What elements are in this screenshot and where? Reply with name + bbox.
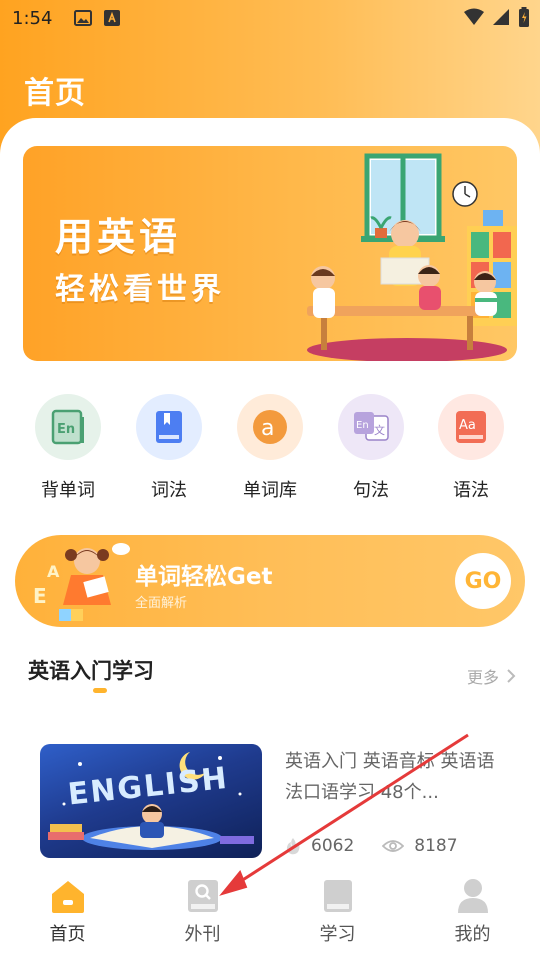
promo-subtitle: 全面解析 [135, 596, 188, 611]
quick-action-label: 句法 [353, 480, 389, 501]
classroom-illustration [307, 153, 517, 361]
tab-label: 学习 [319, 924, 356, 945]
course-stats: 6062 8187 [285, 836, 486, 856]
status-system-icons [464, 7, 530, 27]
tab-study[interactable]: 学习 [270, 868, 405, 960]
svg-text:a: a [261, 416, 274, 441]
signal-icon [493, 9, 509, 25]
word-promo-banner[interactable]: E A 单词轻松Get 全面解析 GO [15, 535, 525, 627]
tab-label: 首页 [49, 924, 86, 945]
quick-action-label: 语法 [453, 480, 489, 501]
magazine-icon [135, 878, 270, 914]
bottom-tab-bar: 首页 外刊 学习 我的 [0, 868, 540, 960]
svg-text:A: A [47, 562, 60, 581]
quick-action-grammar[interactable]: Aa 语法 [431, 394, 511, 502]
tab-magazine[interactable]: 外刊 [135, 868, 270, 960]
quick-action-label: 单词库 [243, 480, 297, 501]
home-icon [0, 878, 135, 914]
tab-home[interactable]: 首页 [0, 868, 135, 960]
likes-stat: 6062 [285, 836, 354, 856]
quick-action-label: 词法 [151, 480, 187, 501]
girl-reading-illustration: E A [33, 543, 130, 621]
svg-text:En: En [356, 420, 369, 431]
views-count: 8187 [414, 836, 458, 856]
hero-banner[interactable]: 用英语 轻松看世界 [23, 146, 517, 361]
letter-a-icon: a [237, 394, 303, 460]
aa-book-icon: Aa [438, 394, 504, 460]
quick-action-syntax[interactable]: En 文 句法 [331, 394, 411, 502]
banner-headline: 用英语 [55, 215, 182, 259]
more-label: 更多 [466, 668, 499, 687]
section-underline [93, 688, 107, 693]
svg-text:En: En [57, 422, 75, 437]
profile-icon [405, 878, 540, 914]
go-button[interactable]: GO [455, 553, 511, 609]
status-bar: 1:54 [0, 0, 540, 36]
bookmark-book-icon [136, 394, 202, 460]
battery-icon [519, 7, 529, 27]
banner-subheadline: 轻松看世界 [55, 272, 225, 307]
likes-count: 6062 [311, 836, 355, 856]
section-title: 英语入门学习 [28, 659, 154, 683]
status-notification-icons [74, 10, 121, 26]
quick-action-morphology[interactable]: 词法 [129, 394, 209, 502]
tab-profile[interactable]: 我的 [405, 868, 540, 960]
course-card[interactable]: ENGLISH 英语入门 英语音标 英语语法口语学习 48个... 6062 8… [40, 744, 510, 859]
tab-label: 我的 [454, 924, 491, 945]
wifi-icon [464, 8, 484, 25]
more-link[interactable]: 更多 [467, 664, 516, 688]
quick-action-label: 背单词 [41, 480, 95, 501]
quick-action-vocabulary[interactable]: En 背单词 [28, 394, 108, 502]
chevron-right-icon [507, 669, 516, 683]
en-book-icon: En [35, 394, 101, 460]
course-description: 英语入门 英语音标 英语语法口语学习 48个... [285, 751, 495, 803]
translate-icon: En 文 [338, 394, 404, 460]
tab-label: 外刊 [184, 924, 221, 945]
promo-title: 单词轻松Get [135, 564, 273, 590]
study-book-icon [270, 878, 405, 914]
app-notification-icon [104, 10, 121, 26]
flame-icon [286, 838, 300, 855]
quick-action-word-bank[interactable]: a 单词库 [230, 394, 310, 502]
views-stat: 8187 [382, 836, 458, 856]
image-notification-icon [74, 10, 93, 26]
course-thumbnail: ENGLISH [40, 744, 262, 858]
page-title: 首页 [24, 76, 86, 111]
svg-text:Aa: Aa [459, 418, 476, 433]
svg-text:E: E [33, 584, 47, 608]
svg-text:文: 文 [374, 423, 385, 437]
status-time: 1:54 [12, 7, 53, 29]
eye-icon [382, 840, 405, 852]
quick-actions-row: En 背单词 词法 a 单词库 En 文 句法 Aa 语法 [0, 394, 540, 504]
